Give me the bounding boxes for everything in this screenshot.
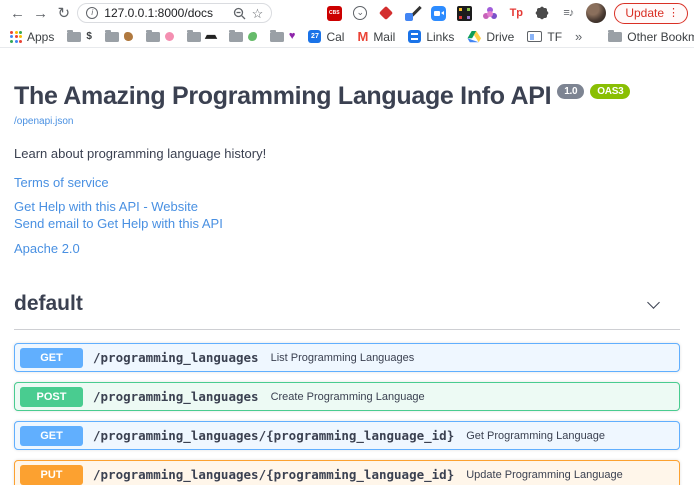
- bookmark-apps[interactable]: Apps: [10, 30, 54, 44]
- bookmark-label: Drive: [486, 30, 514, 44]
- back-icon[interactable]: ←: [6, 5, 29, 22]
- folder-icon: [105, 32, 119, 42]
- address-bar[interactable]: i 127.0.0.1:8000/docs ☆: [77, 3, 272, 23]
- bookmarks-bar: Apps $ ♥ 27 Cal M Mail Links: [0, 26, 694, 48]
- reload-icon[interactable]: ↻: [52, 4, 75, 22]
- bookmark-star-icon[interactable]: ☆: [252, 7, 264, 20]
- terms-of-service-link[interactable]: Terms of service: [14, 175, 680, 191]
- oas3-badge: OAS3: [590, 84, 630, 99]
- bookmark-folder-green[interactable]: [229, 32, 257, 42]
- gmail-icon: M: [357, 29, 368, 44]
- apps-grid-icon: [10, 31, 22, 43]
- operation-path: /programming_languages: [93, 350, 259, 365]
- bookmark-label: Cal: [326, 30, 344, 44]
- cbs-icon[interactable]: CBS: [326, 5, 342, 21]
- brain-icon: [165, 32, 174, 41]
- folder-icon: [608, 32, 622, 42]
- forward-icon[interactable]: →: [29, 5, 52, 22]
- calendar-icon: 27: [308, 30, 321, 43]
- bookmark-label: TF: [547, 30, 562, 44]
- bookmark-folder-grad[interactable]: [187, 32, 216, 42]
- version-badge: 1.0: [557, 84, 584, 99]
- folder-icon: [229, 32, 243, 42]
- browser-toolbar: ← → ↻ i 127.0.0.1:8000/docs ☆ CBS ⌄ Tp ≡…: [0, 0, 694, 26]
- bookmark-mail[interactable]: M Mail: [357, 29, 395, 44]
- red-diamond-icon[interactable]: [378, 5, 394, 21]
- tf-card-icon: [527, 31, 542, 42]
- openapi-json-link[interactable]: /openapi.json: [14, 116, 74, 127]
- bookmark-folder-brain[interactable]: [146, 32, 174, 42]
- operation-row[interactable]: GET /programming_languages/{programming_…: [14, 421, 680, 450]
- site-info-icon[interactable]: i: [86, 7, 98, 19]
- operation-row[interactable]: GET /programming_languages List Programm…: [14, 343, 680, 372]
- swagger-page: The Amazing Programming Language Info AP…: [0, 48, 694, 485]
- bookmark-label: Apps: [27, 30, 54, 44]
- folder-icon: [146, 32, 160, 42]
- operation-row[interactable]: PUT /programming_languages/{programming_…: [14, 460, 680, 485]
- page-title: The Amazing Programming Language Info AP…: [14, 82, 680, 111]
- operation-path: /programming_languages/{programming_lang…: [93, 467, 454, 482]
- url-text[interactable]: 127.0.0.1:8000/docs: [104, 6, 226, 20]
- dark-star-icon[interactable]: [534, 5, 550, 21]
- folder-icon: [187, 32, 201, 42]
- operation-summary: Get Programming Language: [466, 430, 605, 442]
- pixel-grid-icon[interactable]: [456, 5, 472, 21]
- license-link[interactable]: Apache 2.0: [14, 241, 680, 257]
- green-plant-icon: [248, 32, 257, 41]
- bookmarks-overflow-icon[interactable]: »: [575, 29, 582, 44]
- bookmark-label: Other Bookmarks: [627, 30, 694, 44]
- profile-avatar[interactable]: [586, 3, 606, 23]
- operation-summary: Create Programming Language: [271, 391, 425, 403]
- bookmark-label: Links: [426, 30, 454, 44]
- browser-menu-icon[interactable]: ⋮: [668, 6, 679, 19]
- graduation-cap-icon: [205, 35, 218, 39]
- camera-icon[interactable]: [430, 5, 446, 21]
- eyedropper-icon[interactable]: [404, 5, 420, 21]
- update-button[interactable]: Update ⋮: [614, 3, 688, 24]
- drive-icon: [467, 31, 481, 43]
- operation-row[interactable]: POST /programming_languages Create Progr…: [14, 382, 680, 411]
- flower-icon[interactable]: [482, 5, 498, 21]
- method-badge[interactable]: PUT: [20, 465, 83, 485]
- method-badge[interactable]: POST: [20, 387, 83, 407]
- section-title: default: [14, 292, 83, 316]
- contact-website-link[interactable]: Get Help with this API - Website: [14, 199, 680, 215]
- method-badge[interactable]: GET: [20, 426, 83, 446]
- bookmark-cal[interactable]: 27 Cal: [308, 30, 344, 44]
- extension-icons: CBS ⌄ Tp ≡♪: [326, 5, 576, 21]
- music-playlist-icon[interactable]: ≡♪: [560, 5, 576, 21]
- section-default-header[interactable]: default: [14, 292, 680, 330]
- bookmark-links[interactable]: Links: [408, 30, 454, 44]
- links-icon: [408, 30, 421, 43]
- bookmark-folder-dollar[interactable]: $: [67, 32, 92, 42]
- bookmark-other-bookmarks[interactable]: Other Bookmarks: [608, 30, 694, 44]
- zoom-icon[interactable]: [233, 7, 246, 20]
- bookmark-tf[interactable]: TF: [527, 30, 562, 44]
- dollar-icon: $: [86, 32, 92, 42]
- pocket-icon[interactable]: ⌄: [352, 5, 368, 21]
- chevron-down-icon[interactable]: [647, 296, 660, 309]
- folder-icon: [67, 32, 81, 42]
- tp-icon[interactable]: Tp: [508, 5, 524, 21]
- api-description: Learn about programming language history…: [14, 146, 680, 161]
- contact-email-link[interactable]: Send email to Get Help with this API: [14, 216, 680, 232]
- folder-icon: [270, 32, 284, 42]
- operation-summary: Update Programming Language: [466, 469, 623, 481]
- operation-path: /programming_languages/{programming_lang…: [93, 428, 454, 443]
- horse-icon: [124, 32, 133, 41]
- operation-path: /programming_languages: [93, 389, 259, 404]
- bookmark-label: Mail: [373, 30, 395, 44]
- operation-summary: List Programming Languages: [271, 352, 415, 364]
- purple-heart-icon: ♥: [289, 31, 296, 42]
- api-title-text: The Amazing Programming Language Info AP…: [14, 82, 551, 110]
- bookmark-folder-horse[interactable]: [105, 32, 133, 42]
- method-badge[interactable]: GET: [20, 348, 83, 368]
- bookmark-folder-heart[interactable]: ♥: [270, 31, 296, 42]
- operations-list: GET /programming_languages List Programm…: [14, 343, 680, 485]
- bookmark-drive[interactable]: Drive: [467, 30, 514, 44]
- update-label: Update: [625, 6, 664, 20]
